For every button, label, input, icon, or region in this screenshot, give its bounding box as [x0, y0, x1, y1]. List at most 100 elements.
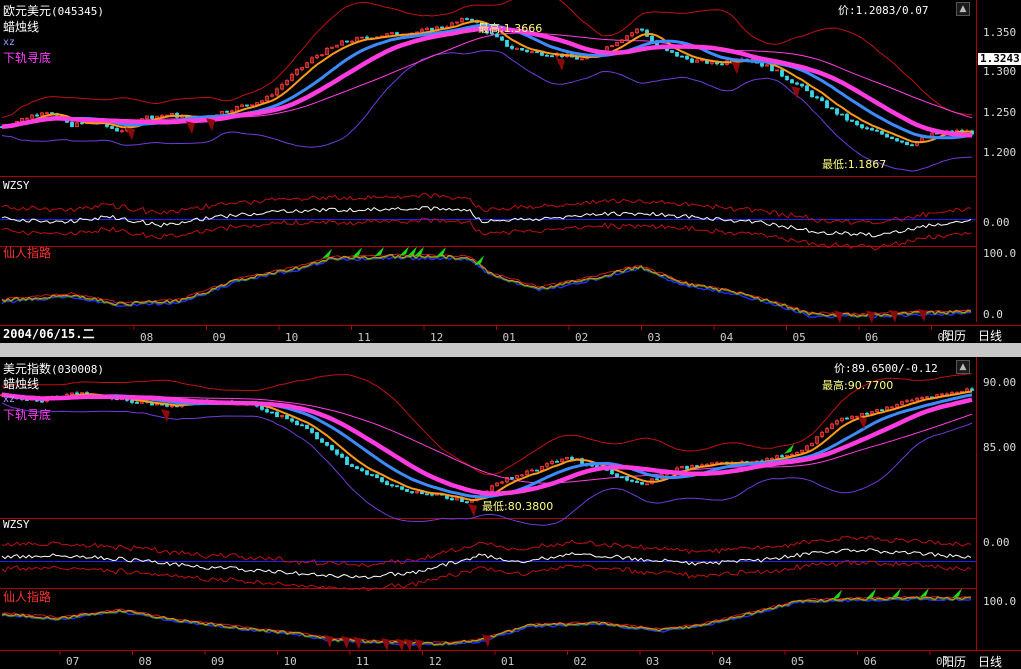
bottom-candle-body — [330, 444, 334, 451]
bottom-candle-body — [780, 455, 784, 458]
bottom-month-label: 01 — [501, 655, 515, 668]
top-instrument-title: 欧元美元(045345) — [3, 4, 104, 19]
top-candle-body — [440, 26, 444, 29]
top-candle-body — [905, 141, 909, 146]
top-candle-body — [470, 18, 474, 22]
bottom-month-label: 04 — [718, 655, 732, 668]
bottom-axis-tick: 85.00 — [983, 441, 1017, 454]
top-candle-body — [690, 58, 694, 63]
top-candle-body — [245, 104, 249, 107]
top-month-label: 04 — [720, 331, 734, 344]
top-month-label: 01 — [502, 331, 516, 344]
bottom-candle-body — [285, 415, 289, 420]
bottom-candle-body — [390, 484, 394, 487]
top-osc-tick: 0.00 — [983, 216, 1010, 229]
top-xianren-name: 仙人指路 — [3, 246, 52, 260]
top-candle-body — [780, 69, 784, 77]
top-month-label: 03 — [647, 331, 661, 344]
top-candle-body — [785, 75, 789, 81]
bottom-candle-body — [320, 438, 324, 443]
top-candle-body — [790, 79, 794, 84]
bottom-candle-body — [640, 482, 644, 485]
bottom-candle-body — [630, 479, 634, 482]
top-low-label: 最低:1.1867 — [822, 158, 887, 171]
bottom-candle-body — [265, 408, 269, 413]
top-candle-body — [545, 54, 549, 57]
bottom-month-label: 08 — [138, 655, 152, 668]
bottom-candle-body — [325, 442, 329, 446]
top-candle-body — [805, 85, 809, 92]
bottom-price-readout: 价:89.6500/-0.12 — [834, 362, 938, 375]
top-candle-body — [890, 136, 894, 140]
bottom-candle-body — [620, 476, 624, 479]
bottom-candle-body — [365, 470, 369, 475]
top-candle-body — [910, 144, 914, 147]
bottom-candle-body — [355, 466, 359, 470]
bottom-lower-band-label: 下轨寻底 — [3, 408, 52, 422]
top-zoom-up-icon[interactable]: ▲ — [956, 2, 970, 16]
top-month-label: 06 — [865, 331, 879, 344]
top-candle-body — [815, 96, 819, 99]
top-osc-name: WZSY — [3, 179, 30, 192]
top-candle-body — [865, 127, 869, 130]
bottom-candle-body — [535, 469, 539, 472]
top-candle-body — [810, 90, 814, 98]
top-month-label: 11 — [357, 331, 371, 344]
top-candle-body — [850, 119, 854, 122]
bottom-candle-body — [555, 460, 559, 463]
bottom-candle-body — [370, 474, 374, 476]
bottom-candle-body — [380, 477, 384, 482]
bottom-month-label: 09 — [211, 655, 225, 668]
bottom-candle-body — [970, 388, 974, 391]
bottom-candle-body — [165, 404, 169, 407]
bottom-candle-body — [40, 400, 44, 403]
bottom-candle-body — [75, 392, 79, 395]
top-high-label: 最高:1.3666 — [478, 22, 543, 35]
bottom-candle-body — [300, 424, 304, 427]
bottom-month-label: 12 — [428, 655, 442, 668]
bottom-month-label: 07 — [936, 655, 950, 668]
top-candle-body — [670, 50, 674, 53]
top-candle-body — [840, 113, 844, 116]
top-candle-body — [675, 51, 679, 57]
bottom-candle-body — [345, 456, 349, 466]
bottom-candle-body — [130, 399, 134, 403]
bottom-month-label: 06 — [863, 655, 877, 668]
bottom-candle-body — [610, 469, 614, 475]
top-candle-body — [510, 45, 514, 49]
top-candle-body — [535, 51, 539, 54]
top-candle-body — [830, 107, 834, 110]
bottom-indicator-label: 蜡烛线 — [3, 377, 40, 391]
top-candle-body — [35, 114, 39, 117]
top-code-text: (045345) — [51, 5, 104, 18]
top-month-label: 07 — [937, 331, 951, 344]
bottom-candle-body — [295, 420, 299, 426]
top-axis-tick: 1.350 — [983, 26, 1017, 39]
bottom-zoom-up-icon[interactable]: ▲ — [956, 360, 970, 374]
panel-splitter-bar — [0, 343, 1021, 357]
top-candle-body — [680, 55, 684, 58]
bottom-candle-body — [135, 402, 139, 404]
bottom-candle-body — [335, 449, 339, 455]
bottom-month-label: 05 — [791, 655, 805, 668]
bottom-month-label: 03 — [646, 655, 660, 668]
top-candle-body — [720, 63, 724, 66]
bottom-candle-body — [450, 498, 454, 501]
top-candle-body — [520, 47, 524, 51]
top-candle-body — [640, 28, 644, 31]
bottom-candle-body — [350, 464, 354, 467]
top-candle-body — [550, 55, 554, 58]
bottom-candle-body — [615, 473, 619, 478]
bottom-high-label: 最高:90.7700 — [822, 379, 894, 392]
top-xz-label: xz — [3, 37, 16, 48]
top-candle-body — [800, 83, 804, 87]
bottom-month-label: 02 — [573, 655, 587, 668]
bottom-xianren-name: 仙人指路 — [3, 590, 52, 604]
top-candle-body — [650, 35, 654, 42]
top-title-text: 欧元美元 — [3, 4, 52, 18]
top-candle-body — [115, 128, 119, 132]
bottom-candle-body — [385, 481, 389, 486]
period-mode-label[interactable]: 日线 — [978, 329, 1002, 343]
bottom-candle-body — [315, 432, 319, 440]
bottom-candle-body — [260, 405, 264, 410]
